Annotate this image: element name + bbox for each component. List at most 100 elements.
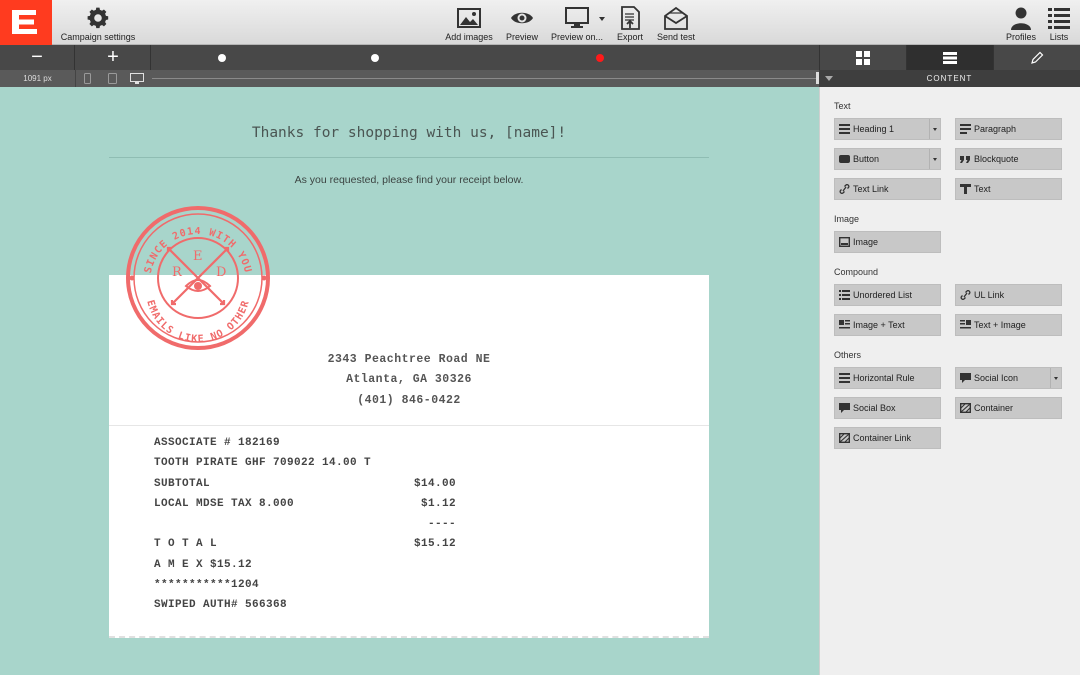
social-icon-block-button[interactable]: Social Icon [955,367,1062,389]
text-link-label: Text Link [853,184,889,194]
desktop-icon[interactable] [130,73,144,84]
zoom-bar: − + [0,45,1080,70]
button-icon [839,155,850,163]
container-link-block-button[interactable]: Container Link [834,427,941,449]
image-text-block-button[interactable]: Image + Text [834,314,941,336]
email-divider[interactable] [109,157,709,158]
add-images-button[interactable]: Add images [444,5,494,42]
image-icon [457,8,481,28]
container-icon [839,433,850,443]
horizontal-rule-icon [839,373,850,383]
address-line: 2343 Peachtree Road NE [327,353,491,366]
breakpoint-dot-active[interactable] [596,54,604,62]
eye-icon [511,12,533,24]
preview-on-dropdown-caret[interactable] [599,17,605,21]
receipt-lines[interactable]: ASSOCIATE # 182169 TOOTH PIRATE GHF 7090… [154,433,474,616]
stamp-letter: E [193,249,203,264]
ul-link-block-button[interactable]: UL Link [955,284,1062,306]
image-block-button[interactable]: Image [834,231,941,253]
breakpoint-dot[interactable] [371,54,379,62]
heading1-label: Heading 1 [853,124,895,134]
email-subline[interactable]: As you requested, please find your recei… [109,174,709,186]
button-block-button[interactable]: Button [834,148,941,170]
address-line: Atlanta, GA 30326 [346,373,472,387]
profiles-button[interactable]: Profiles [1002,5,1040,42]
grid-icon [856,51,870,65]
email-canvas: Thanks for shopping with us, [name]! As … [0,87,819,675]
image-text-label: Image + Text [853,320,905,330]
preview-on-button[interactable]: Preview on... [550,5,604,42]
text-image-label: Text + Image [974,320,1026,330]
receipt-line: SUBTOTAL $14.00 [154,477,456,490]
horizontal-rule-block-button[interactable]: Horizontal Rule [834,367,941,389]
export-label: Export [616,32,643,42]
add-images-label: Add images [445,32,493,42]
lists-button[interactable]: Lists [1044,5,1074,42]
social-box-label: Social Box [853,403,896,413]
phone-icon[interactable] [84,73,91,84]
logo-e-icon [12,10,37,34]
viewport-width-label: 1091 px [0,70,76,87]
export-document-icon [621,6,640,30]
speech-bubble-icon [839,403,850,413]
social-icon-dropdown-caret[interactable] [1050,368,1061,388]
preview-on-label: Preview on... [550,32,604,42]
receipt-line: ***********1204 [154,579,260,592]
quote-icon [960,156,970,163]
section-title-others: Others [834,350,862,360]
paragraph-block-button[interactable]: Paragraph [955,118,1062,140]
campaign-settings-button[interactable]: Campaign settings [58,5,138,42]
receipt-separator [109,425,709,426]
stamp-letter: R [172,265,183,280]
viewport-slider-track[interactable] [152,78,818,79]
email-headline[interactable]: Thanks for shopping with us, [name]! [109,125,709,141]
list-icon [1048,8,1070,29]
container-icon [960,403,971,413]
heading1-block-button[interactable]: Heading 1 [834,118,941,140]
top-toolbar: Campaign settings Add images Preview Pre… [0,0,1080,45]
send-test-label: Send test [656,32,696,42]
blockquote-block-button[interactable]: Blockquote [955,148,1062,170]
zoom-in-button[interactable]: + [76,45,151,70]
button-label: Button [853,154,880,164]
tab-content[interactable] [906,45,993,70]
preview-button[interactable]: Preview [504,5,540,42]
text-block-button[interactable]: Text [955,178,1062,200]
receipt-line: TOOTH PIRATE GHF 709022 14.00 T [154,457,372,470]
send-test-button[interactable]: Send test [654,5,698,42]
unordered-list-block-button[interactable]: Unordered List [834,284,941,306]
zoom-out-button[interactable]: − [0,45,75,70]
image-block-icon [839,237,850,247]
envelope-icon [664,6,688,30]
social-icon-label: Social Icon [974,373,1019,383]
receipt-line: ---- [427,518,456,531]
button-dropdown-caret[interactable] [929,149,940,169]
tab-style[interactable] [993,45,1080,70]
speech-bubble-icon [960,373,971,383]
text-link-block-button[interactable]: Text Link [834,178,941,200]
image-text-icon [839,320,850,329]
store-address[interactable]: 2343 Peachtree Road NE Atlanta, GA 30326… [109,350,709,411]
tab-layout[interactable] [819,45,906,70]
monitor-icon [565,7,589,28]
content-tab-header: CONTENT [819,70,1080,87]
social-box-block-button[interactable]: Social Box [834,397,941,419]
user-icon [1011,7,1031,30]
content-panel: Text Heading 1 Paragraph Button Blockquo… [819,87,1080,675]
brand-stamp-icon[interactable]: SINCE 2014 WITH YOU EMAILS LIKE NO OTHER… [124,204,272,352]
horizontal-rule-label: Horizontal Rule [853,373,915,383]
ul-link-label: UL Link [974,290,1005,300]
receipt-line: A M E X $15.12 [154,558,253,571]
lists-label: Lists [1049,32,1069,42]
section-title-image: Image [834,214,860,224]
container-block-button[interactable]: Container [955,397,1062,419]
app-logo[interactable] [0,0,52,45]
link-icon [960,290,971,300]
tablet-icon[interactable] [108,73,117,84]
export-button[interactable]: Export [614,5,646,42]
unordered-list-icon [839,290,850,300]
text-image-block-button[interactable]: Text + Image [955,314,1062,336]
breakpoint-dot[interactable] [218,54,226,62]
heading1-dropdown-caret[interactable] [929,119,940,139]
preview-label: Preview [505,32,538,42]
